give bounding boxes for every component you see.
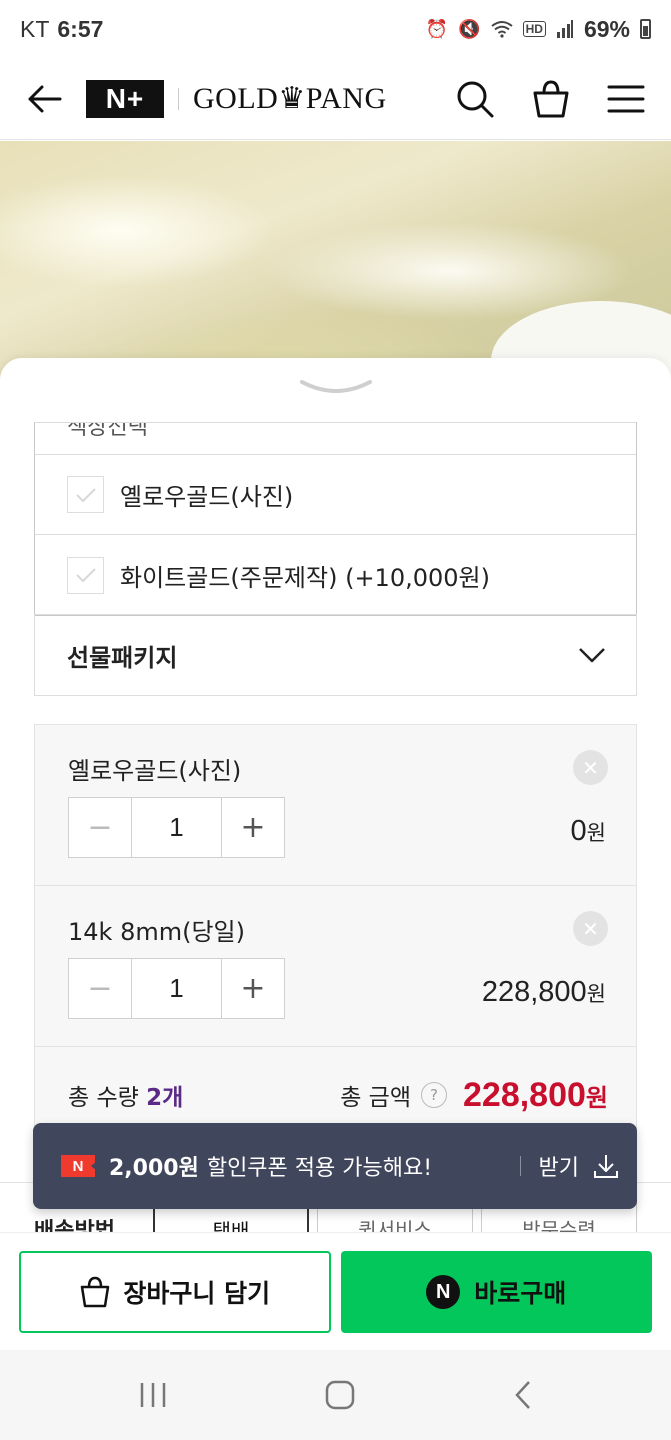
help-icon[interactable]: ? xyxy=(421,1082,447,1108)
item-name: 옐로우골드(사진) xyxy=(68,757,242,785)
status-left: KT 6:57 xyxy=(20,16,103,43)
carrier: KT xyxy=(20,15,50,42)
item-price: 0원 xyxy=(570,815,606,847)
top-header: N+ GOLD♛PANG xyxy=(0,58,671,140)
brand-logo[interactable]: GOLD♛PANG xyxy=(193,81,387,116)
signal-icon xyxy=(556,20,573,38)
buy-now-label: 바로구매 xyxy=(474,1279,567,1308)
remove-item-button[interactable]: ✕ xyxy=(573,911,608,946)
color-option-list: 색상선택 옐로우골드(사진) 화이트골드(주문제작) (+10,000원) xyxy=(34,422,637,616)
shopping-bag-icon xyxy=(81,1276,110,1308)
nplus-logo[interactable]: N+ xyxy=(86,79,164,118)
item-price: 228,800원 xyxy=(481,976,606,1008)
chevron-down-icon xyxy=(579,648,605,663)
clock: 6:57 xyxy=(57,15,104,42)
option-list-partial-row: 색상선택 xyxy=(35,423,636,455)
selected-item: 14k 8mm(당일) ✕ − 1 + 228,800원 xyxy=(35,886,636,1047)
option-label: 화이트골드(주문제작) (+10,000원) xyxy=(120,563,490,592)
arrow-left-icon xyxy=(28,85,62,112)
increase-button[interactable]: + xyxy=(221,959,284,1018)
bottom-actions: 장바구니 담기 N 바로구매 xyxy=(0,1232,671,1350)
close-icon: ✕ xyxy=(582,755,599,780)
add-to-cart-button[interactable]: 장바구니 담기 xyxy=(19,1251,331,1333)
status-bar: KT 6:57 ⏰ 🔇 HD 69% xyxy=(0,0,671,58)
header-divider xyxy=(178,87,179,110)
hd-icon: HD xyxy=(522,21,546,37)
battery-percent: 69% xyxy=(583,15,630,42)
sheet-collapse-handle[interactable] xyxy=(298,378,374,400)
total-amount: 총 금액 ? 228,800원 xyxy=(340,1075,608,1114)
coupon-message: 할인쿠폰 적용 가능해요! xyxy=(206,1156,433,1181)
selected-item: 옐로우골드(사진) ✕ − 1 + 0원 xyxy=(35,725,636,886)
alarm-icon: ⏰ xyxy=(425,18,449,39)
get-coupon-button[interactable]: 받기 xyxy=(519,1150,619,1182)
battery-icon xyxy=(640,19,651,39)
decrease-button[interactable]: − xyxy=(69,959,132,1018)
selected-items-box: 옐로우골드(사진) ✕ − 1 + 0원 14k 8mm(당일) ✕ − 1 +… xyxy=(34,724,637,1144)
status-right: ⏰ 🔇 HD 69% xyxy=(426,16,651,43)
quantity-value[interactable]: 1 xyxy=(132,959,221,1018)
option-yellow-gold[interactable]: 옐로우골드(사진) xyxy=(35,455,636,535)
back-nav-icon[interactable] xyxy=(513,1379,533,1411)
option-label: 옐로우골드(사진) xyxy=(120,483,294,511)
quantity-stepper: − 1 + xyxy=(68,797,285,858)
gift-package-select[interactable]: 선물패키지 xyxy=(34,614,637,696)
get-coupon-label: 받기 xyxy=(538,1156,579,1181)
back-button[interactable] xyxy=(26,79,66,119)
naver-pay-icon: N xyxy=(426,1275,461,1309)
system-nav-bar xyxy=(0,1350,671,1440)
menu-icon[interactable] xyxy=(607,84,645,114)
toast-divider xyxy=(519,1156,521,1176)
total-quantity: 총 수량 2개 xyxy=(68,1085,184,1111)
buy-now-button[interactable]: N 바로구매 xyxy=(340,1251,652,1333)
total-price: 228,800원 xyxy=(463,1075,608,1114)
decrease-button[interactable]: − xyxy=(69,798,132,857)
add-to-cart-label: 장바구니 담기 xyxy=(123,1279,271,1308)
check-icon xyxy=(67,476,104,513)
download-icon xyxy=(594,1155,618,1178)
check-icon xyxy=(67,556,104,594)
mute-icon: 🔇 xyxy=(458,18,481,39)
gift-package-label: 선물패키지 xyxy=(67,643,178,672)
delivery-label: 배송방법 xyxy=(34,1219,115,1232)
coupon-icon: N xyxy=(61,1155,95,1177)
header-actions xyxy=(455,79,645,119)
close-icon: ✕ xyxy=(582,916,599,941)
item-name: 14k 8mm(당일) xyxy=(68,918,245,946)
increase-button[interactable]: + xyxy=(221,798,284,857)
recent-apps-icon[interactable] xyxy=(138,1381,168,1409)
quantity-value[interactable]: 1 xyxy=(132,798,221,857)
shopping-bag-icon[interactable] xyxy=(531,79,571,119)
quantity-stepper: − 1 + xyxy=(68,958,285,1019)
coupon-amount: 2,000원 xyxy=(109,1156,199,1181)
option-white-gold[interactable]: 화이트골드(주문제작) (+10,000원) xyxy=(35,535,636,615)
remove-item-button[interactable]: ✕ xyxy=(573,750,608,785)
coupon-toast: N 2,000원 할인쿠폰 적용 가능해요! 받기 xyxy=(33,1123,637,1209)
home-icon[interactable] xyxy=(324,1379,356,1411)
search-icon[interactable] xyxy=(455,79,495,119)
wifi-icon xyxy=(490,21,513,38)
